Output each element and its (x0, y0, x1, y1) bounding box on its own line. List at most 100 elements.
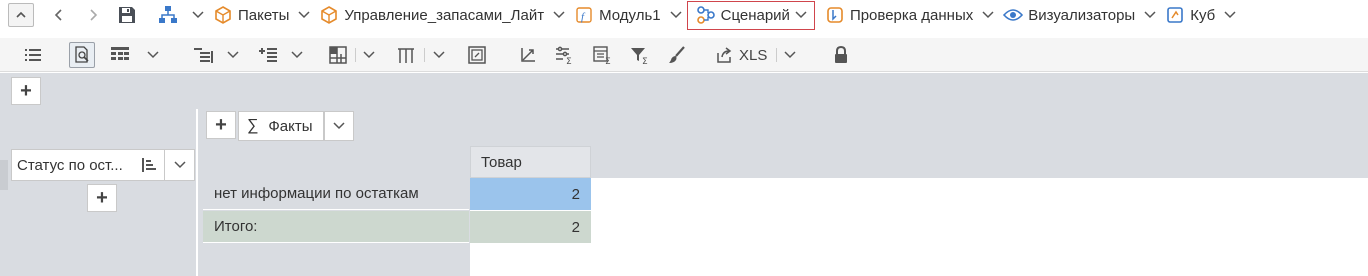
breadcrumb-label: Управление_запасами_Лайт (344, 6, 545, 24)
add-row-dimension-button[interactable]: + (87, 184, 117, 212)
column-header-product[interactable]: Товар (470, 146, 591, 178)
list-icon (25, 49, 41, 61)
forward-button[interactable] (76, 0, 110, 30)
filter-sum-icon: Σ (631, 48, 648, 64)
cube-icon (1165, 5, 1185, 25)
filter-settings-button[interactable]: Σ (553, 42, 577, 68)
breadcrumb-label: Модуль1 (599, 6, 661, 24)
breadcrumb-item-data-check[interactable]: Проверка данных (821, 1, 977, 29)
frame-icon (468, 46, 486, 64)
chevron-down-icon (147, 51, 159, 59)
export-xls-button[interactable]: XLS (715, 42, 773, 68)
save-button[interactable] (110, 0, 144, 30)
breadcrumb-label: Куб (1190, 6, 1216, 24)
format-painter-button[interactable] (665, 42, 689, 68)
chevron-down-icon (333, 122, 345, 130)
row-dimension-status[interactable]: Статус по ост... (11, 149, 195, 181)
axes-icon (521, 48, 535, 62)
indent-dropdown[interactable] (224, 42, 242, 68)
chevron-up-icon (16, 11, 26, 18)
outdent-icon (194, 48, 213, 63)
up-button[interactable] (8, 3, 34, 27)
chevron-down-icon (784, 51, 796, 59)
insert-row-dropdown[interactable] (288, 42, 306, 68)
add-filter-button[interactable]: + (11, 77, 41, 105)
table-cell-value[interactable]: 2 (470, 178, 591, 210)
table-row-header[interactable]: нет информации по остаткам (203, 178, 469, 210)
layout-dropdown[interactable] (360, 42, 378, 68)
back-button[interactable] (42, 0, 76, 30)
lock-button[interactable] (830, 42, 852, 68)
layout-button[interactable] (326, 42, 350, 68)
breadcrumb-label: Сценарий (720, 6, 790, 24)
breadcrumb-item-cube[interactable]: Куб (1161, 1, 1219, 29)
totals-button[interactable]: Σ (591, 42, 615, 68)
total-cell-value[interactable]: 2 (470, 211, 591, 243)
chevron-down-icon (227, 51, 239, 59)
axes-button[interactable] (516, 42, 540, 68)
breadcrumb-item-visualizers[interactable]: Визуализаторы (999, 1, 1139, 29)
toolbar-separator (776, 48, 777, 62)
breadcrumb-item-scenario[interactable]: Сценарий (686, 0, 815, 30)
add-column-dimension-button[interactable]: + (206, 111, 236, 139)
chevron-down-icon[interactable] (1219, 1, 1241, 29)
chevron-down-icon (173, 161, 186, 169)
toolbar-separator (424, 48, 425, 62)
package-icon (213, 5, 233, 25)
export-dropdown[interactable] (781, 42, 799, 68)
frame-button[interactable] (465, 42, 489, 68)
preview-button[interactable] (69, 42, 95, 68)
breadcrumb-bar: Пакеты Управление_запасами_Лайт f Модуль… (0, 0, 1368, 30)
breadcrumb-item-module[interactable]: f Модуль1 (570, 1, 665, 29)
toolbar: Σ Σ Σ XLS (0, 38, 1368, 72)
layout-grid-icon (329, 46, 347, 64)
hierarchy-icon (158, 5, 178, 25)
breadcrumb-label: Проверка данных (849, 6, 974, 24)
chevron-down-icon[interactable] (187, 1, 209, 29)
chevron-down-icon[interactable] (293, 1, 315, 29)
column-header-area (591, 146, 1368, 178)
brush-icon (669, 46, 685, 63)
scenario-icon (696, 5, 716, 25)
table-view-dropdown[interactable] (144, 42, 162, 68)
filter-sum-button[interactable]: Σ (628, 42, 652, 68)
indent-button[interactable] (192, 42, 216, 68)
chevron-down-icon[interactable] (977, 1, 999, 29)
svg-text:Σ: Σ (605, 57, 611, 64)
breadcrumb-root[interactable] (154, 1, 187, 29)
breadcrumb-item-packages[interactable]: Пакеты (209, 1, 293, 29)
facts-dimension[interactable]: ∑ Факты (238, 111, 324, 141)
table-view-button[interactable] (108, 42, 132, 68)
chevron-down-icon[interactable] (665, 1, 687, 29)
chevron-down-icon[interactable] (790, 1, 812, 29)
chevron-down-icon[interactable] (1139, 1, 1161, 29)
module-icon: f (574, 5, 594, 25)
chevron-down-icon[interactable] (548, 1, 570, 29)
lock-icon (835, 46, 847, 63)
export-label: XLS (739, 46, 768, 64)
sigma-icon: ∑ (247, 117, 259, 134)
list-view-button[interactable] (22, 42, 44, 68)
share-icon (717, 47, 732, 63)
breadcrumb-item-package[interactable]: Управление_запасами_Лайт (315, 1, 548, 29)
document-search-icon (75, 46, 89, 63)
pane-resize-handle[interactable] (0, 160, 8, 190)
toolbar-separator (355, 48, 356, 62)
total-row-header[interactable]: Итого: (203, 211, 469, 243)
sort-icon[interactable] (134, 150, 164, 180)
chevron-down-icon (291, 51, 303, 59)
insert-row-icon (259, 48, 277, 62)
column-dimensions-pane (198, 109, 1368, 146)
columns-icon (398, 48, 414, 63)
row-dimension-dropdown[interactable] (164, 150, 194, 180)
columns-button[interactable] (394, 42, 418, 68)
svg-text:f: f (581, 11, 586, 23)
breadcrumb-label: Пакеты (238, 6, 290, 24)
columns-dropdown[interactable] (430, 42, 448, 68)
breadcrumb-label: Визуализаторы (1028, 6, 1136, 24)
filter-area (0, 73, 1368, 109)
row-dimension-label: Статус по ост... (17, 156, 123, 174)
data-check-icon (825, 5, 845, 25)
insert-row-button[interactable] (257, 42, 281, 68)
facts-dropdown[interactable] (324, 111, 354, 141)
